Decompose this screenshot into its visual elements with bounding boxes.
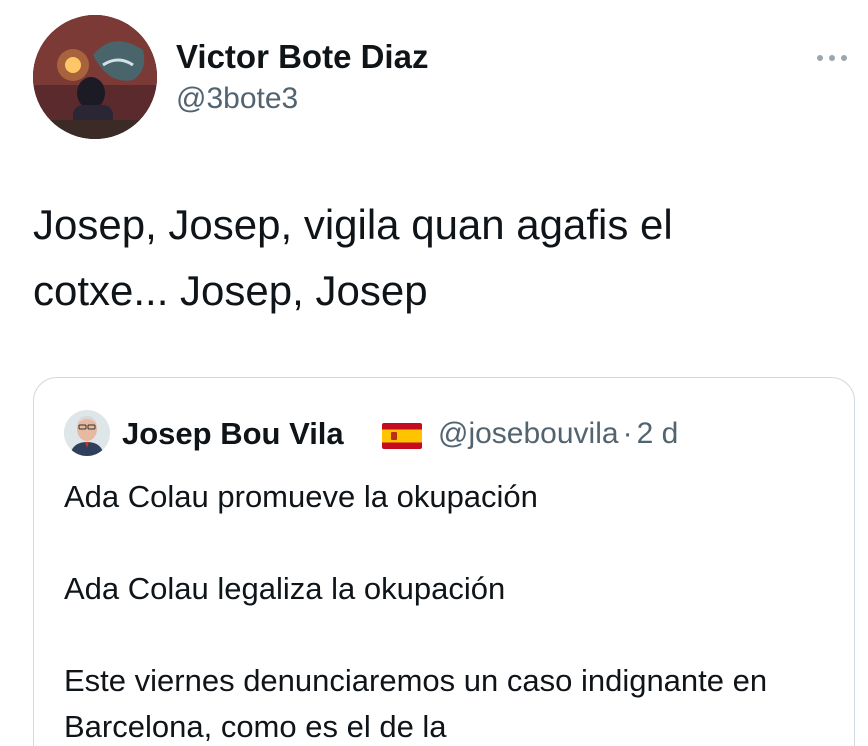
quoted-paragraph: Ada Colau promueve la okupación (64, 479, 538, 514)
more-horizontal-icon (817, 55, 847, 61)
quoted-tweet-card[interactable]: Josep Bou Vila @josebouvila · 2 d Ada Cola… (33, 377, 855, 746)
quoted-meta: @josebouvila · 2 d (438, 417, 678, 451)
spain-flag-icon (382, 423, 422, 449)
quoted-author-handle: @josebouvila (438, 417, 619, 450)
meta-separator: · (622, 417, 633, 450)
author-handle[interactable]: @3bote3 (176, 82, 298, 116)
quoted-paragraph: Ada Colau legaliza la okupación (64, 571, 506, 606)
more-options-button[interactable] (808, 38, 856, 78)
quoted-author-display-name: Josep Bou Vila (122, 416, 344, 451)
profile-photo-icon (64, 410, 110, 456)
quoted-paragraph: Este viernes denunciaremos un caso indig… (64, 663, 768, 744)
author-avatar[interactable] (33, 15, 157, 139)
author-display-name[interactable]: Victor Bote Diaz (176, 38, 428, 76)
quoted-tweet-text: Ada Colau promueve la okupación Ada Cola… (64, 474, 824, 746)
quoted-timestamp: 2 d (636, 417, 679, 450)
tweet-text: Josep, Josep, vigila quan agafis el cotx… (33, 201, 673, 314)
tweet: Victor Bote Diaz @3bote3 Josep, Josep, v… (0, 0, 868, 746)
quoted-author-avatar (64, 410, 110, 456)
profile-photo-icon (33, 15, 157, 139)
